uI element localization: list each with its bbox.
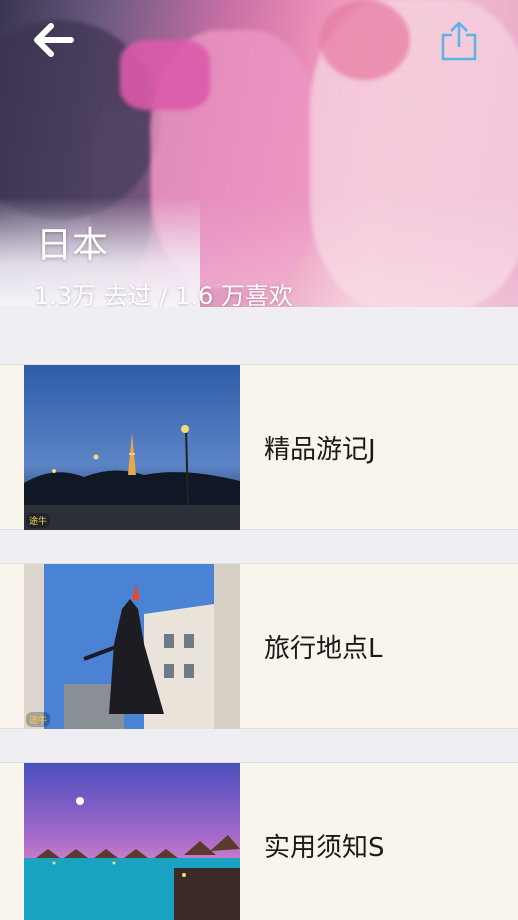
section-gap bbox=[0, 729, 518, 762]
water-villas-sunset-photo bbox=[24, 763, 240, 920]
list-item[interactable]: 途牛 精品游记J bbox=[0, 364, 518, 530]
card-label: 精品游记J bbox=[264, 435, 376, 465]
card-label: 实用须知S bbox=[264, 833, 385, 863]
list-item[interactable]: 途牛 旅行地点L bbox=[0, 563, 518, 729]
card-label: 旅行地点L bbox=[264, 634, 383, 664]
section-gap bbox=[0, 307, 518, 364]
back-button[interactable] bbox=[30, 20, 76, 64]
hero-banner: 日本 1.3万 去过 / 1.6 万喜欢 bbox=[0, 0, 518, 307]
watermark: 途牛 bbox=[26, 712, 51, 727]
destination-title: 日本 bbox=[36, 225, 109, 266]
share-button[interactable] bbox=[436, 20, 482, 66]
statue-street-photo: 途牛 bbox=[24, 564, 240, 729]
share-icon bbox=[437, 19, 481, 67]
visit-like-stats: 1.3万 去过 / 1.6 万喜欢 bbox=[34, 282, 293, 307]
eiffel-tower-night-photo: 途牛 bbox=[24, 365, 240, 530]
watermark: 途牛 bbox=[26, 513, 51, 528]
list-item[interactable]: 实用须知S bbox=[0, 762, 518, 920]
section-gap bbox=[0, 530, 518, 563]
arrow-left-icon bbox=[31, 20, 75, 64]
